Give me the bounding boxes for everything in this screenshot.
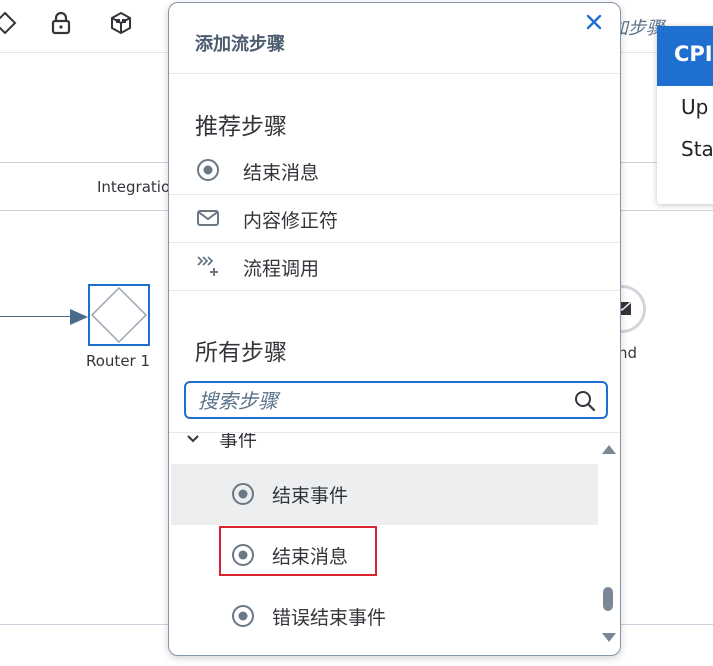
properties-card: CPI Up Sta xyxy=(657,26,713,204)
end-message-icon xyxy=(197,159,219,181)
properties-card-line: Sta xyxy=(681,137,713,161)
add-flow-step-popover: 添加流步骤 推荐步骤 结束消息 内容修正符 流程调用 所有步骤 搜索步骤 事件 … xyxy=(168,2,621,656)
error-end-event-icon xyxy=(232,605,254,627)
lock-icon[interactable] xyxy=(48,10,74,36)
recommended-item-process-call[interactable]: 流程调用 xyxy=(169,243,620,290)
mail-icon xyxy=(197,210,219,226)
recommended-item-end-message[interactable]: 结束消息 xyxy=(169,147,620,194)
tree-scrollbar[interactable] xyxy=(599,443,617,649)
router-gateway[interactable] xyxy=(88,284,150,346)
scrollbar-thumb[interactable] xyxy=(603,587,613,611)
process-call-icon xyxy=(197,256,218,276)
recommended-item-label: 内容修正符 xyxy=(243,210,339,232)
scroll-down-arrow-icon[interactable] xyxy=(602,633,616,642)
recommended-item-content-modifier[interactable]: 内容修正符 xyxy=(169,195,620,242)
list-divider xyxy=(169,290,620,291)
recommended-item-label: 结束消息 xyxy=(243,162,320,184)
router-diamond-icon xyxy=(90,286,148,344)
sequence-flow-arrow xyxy=(70,309,88,325)
diamond-icon[interactable] xyxy=(0,10,18,36)
tree-item-label: 结束事件 xyxy=(272,485,349,507)
search-steps-input[interactable] xyxy=(196,387,560,415)
scroll-up-arrow-icon[interactable] xyxy=(602,445,616,454)
recommended-steps-title: 推荐步骤 xyxy=(195,114,287,140)
tree-category-events[interactable]: 事件 xyxy=(171,433,598,455)
popover-title: 添加流步骤 xyxy=(195,34,285,55)
recommended-item-label: 流程调用 xyxy=(243,258,320,280)
properties-card-line: Up xyxy=(681,95,709,119)
all-steps-title: 所有步骤 xyxy=(195,340,287,366)
search-steps-box[interactable] xyxy=(184,381,608,419)
tree-item-label: 错误结束事件 xyxy=(272,607,387,629)
pool-label: Integratio xyxy=(97,178,171,196)
close-icon[interactable] xyxy=(581,9,607,35)
steps-tree: 事件 结束事件 结束消息 错误结束事件 xyxy=(171,433,598,655)
tree-category-label: 事件 xyxy=(219,433,258,451)
sequence-flow-line[interactable] xyxy=(0,316,74,317)
search-icon[interactable] xyxy=(573,389,597,413)
tree-item-end-event[interactable]: 结束事件 xyxy=(171,464,598,525)
package-icon[interactable] xyxy=(108,10,134,36)
properties-card-header: CPI xyxy=(657,26,713,86)
router-label: Router 1 xyxy=(86,352,151,370)
popover-divider xyxy=(169,73,620,74)
end-event-icon xyxy=(232,483,254,505)
chevron-down-icon xyxy=(187,435,199,443)
highlight-annotation-box xyxy=(219,526,377,576)
tree-item-error-end-event[interactable]: 错误结束事件 xyxy=(171,586,598,647)
